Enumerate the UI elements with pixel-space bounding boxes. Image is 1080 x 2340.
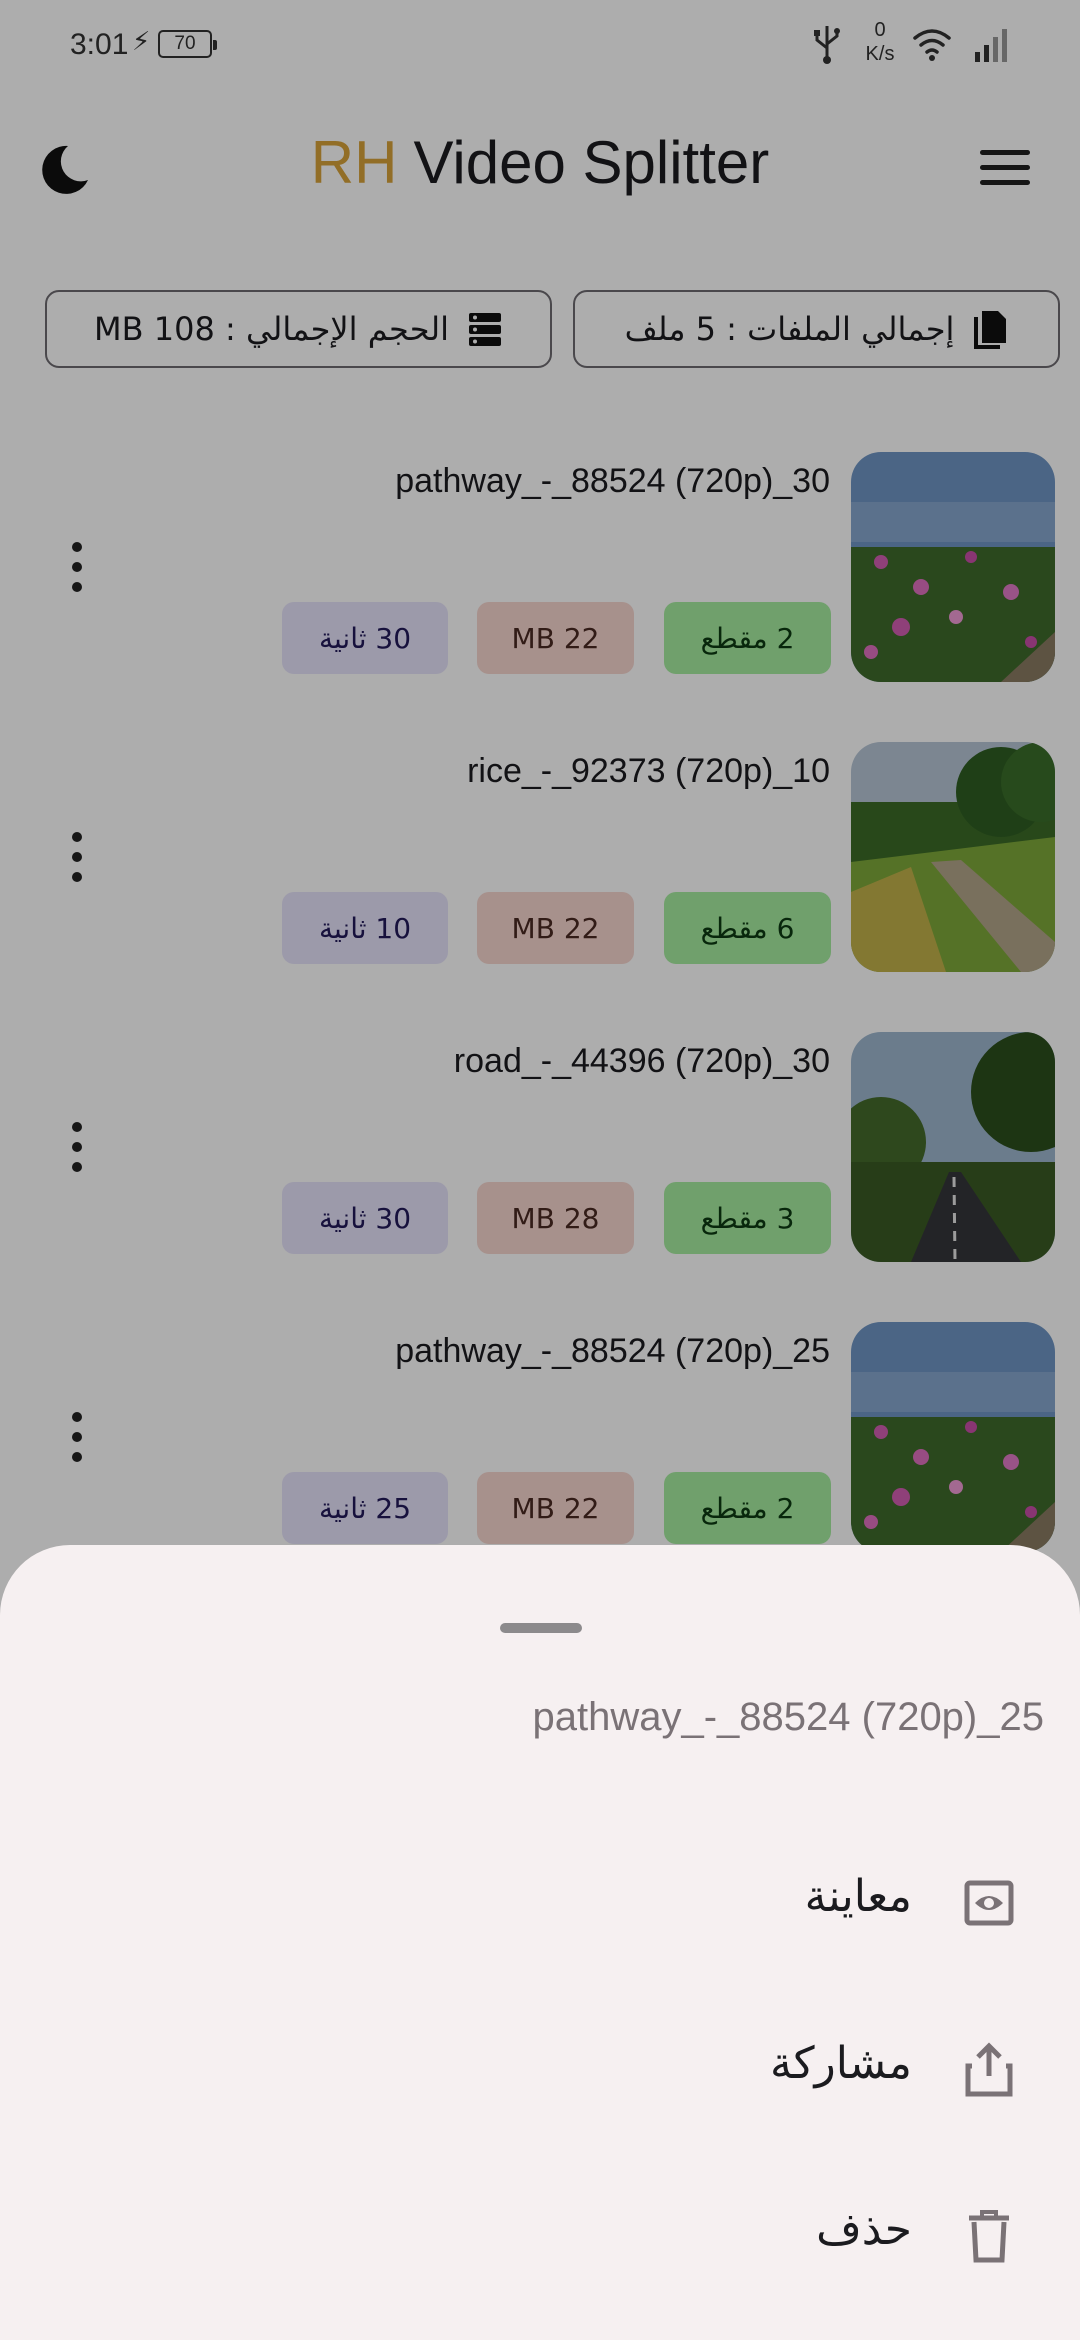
delete-label: حذف (816, 2204, 912, 2255)
share-icon (965, 2042, 1013, 2097)
eye-preview-icon (964, 1880, 1014, 1926)
drag-handle[interactable] (500, 1623, 582, 1633)
sheet-title: pathway_-_88524 (720p)_25 (532, 1695, 1044, 1739)
delete-action[interactable]: حذف (0, 2168, 1080, 2308)
preview-label: معاينة (804, 1871, 912, 1922)
app-screen: 3:01 ⚡ 70 0 K/s RH Video Splitter إجمالي… (0, 0, 1080, 2340)
preview-action[interactable]: معاينة (0, 1835, 1080, 1975)
share-label: مشاركة (769, 2038, 912, 2089)
trash-icon (969, 2210, 1009, 2263)
share-action[interactable]: مشاركة (0, 2002, 1080, 2142)
